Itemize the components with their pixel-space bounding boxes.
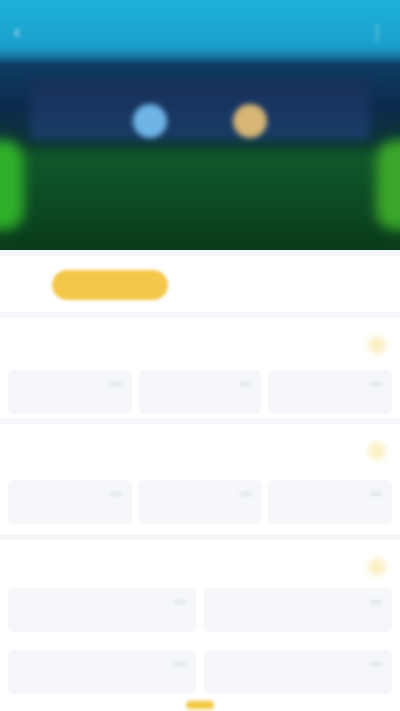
market-tabs bbox=[0, 256, 400, 312]
tab-1[interactable] bbox=[52, 270, 168, 300]
tab-3[interactable] bbox=[270, 270, 330, 300]
market-title bbox=[10, 442, 22, 462]
odds-button[interactable] bbox=[138, 480, 262, 524]
bet-slip-indicator[interactable] bbox=[186, 701, 214, 709]
odds-value bbox=[370, 662, 382, 666]
market-title bbox=[10, 558, 22, 578]
odds-value bbox=[174, 662, 186, 666]
market-section-1 bbox=[0, 318, 400, 418]
odds-button[interactable] bbox=[268, 370, 392, 414]
away-team-logo-icon bbox=[233, 104, 267, 138]
odds-button[interactable] bbox=[8, 370, 132, 414]
odds-row bbox=[8, 588, 392, 632]
odds-value bbox=[110, 492, 122, 496]
odds-value bbox=[174, 600, 186, 604]
odds-value bbox=[370, 492, 382, 496]
stadium-stands bbox=[30, 80, 370, 140]
odds-value bbox=[110, 382, 122, 386]
odds-row bbox=[8, 650, 392, 694]
odds-button[interactable] bbox=[8, 650, 196, 694]
odds-value bbox=[240, 382, 252, 386]
home-team bbox=[110, 104, 190, 146]
favorite-star-icon[interactable] bbox=[368, 558, 386, 576]
tab-2[interactable] bbox=[190, 270, 250, 300]
more-icon[interactable]: ⋮ bbox=[368, 22, 386, 43]
odds-button[interactable] bbox=[8, 588, 196, 632]
match-header: ‹ ⋮ bbox=[0, 0, 400, 250]
odds-value bbox=[240, 492, 252, 496]
back-arrow-icon[interactable]: ‹ bbox=[14, 22, 20, 43]
pitch bbox=[20, 150, 380, 230]
odds-value bbox=[370, 600, 382, 604]
odds-value bbox=[370, 382, 382, 386]
odds-button[interactable] bbox=[8, 480, 132, 524]
odds-row bbox=[8, 370, 392, 414]
odds-button[interactable] bbox=[204, 650, 392, 694]
odds-button[interactable] bbox=[268, 480, 392, 524]
favorite-star-icon[interactable] bbox=[368, 442, 386, 460]
home-team-logo-icon bbox=[133, 104, 167, 138]
odds-button[interactable] bbox=[204, 588, 392, 632]
market-section-2 bbox=[0, 424, 400, 534]
tab-4[interactable] bbox=[340, 270, 390, 300]
decor-right bbox=[376, 140, 400, 230]
away-team bbox=[210, 104, 290, 146]
odds-button[interactable] bbox=[138, 370, 262, 414]
favorite-star-icon[interactable] bbox=[368, 336, 386, 354]
market-title bbox=[10, 336, 22, 356]
top-bar bbox=[0, 0, 400, 64]
odds-row bbox=[8, 480, 392, 524]
market-section-3 bbox=[0, 540, 400, 711]
decor-left bbox=[0, 140, 24, 230]
